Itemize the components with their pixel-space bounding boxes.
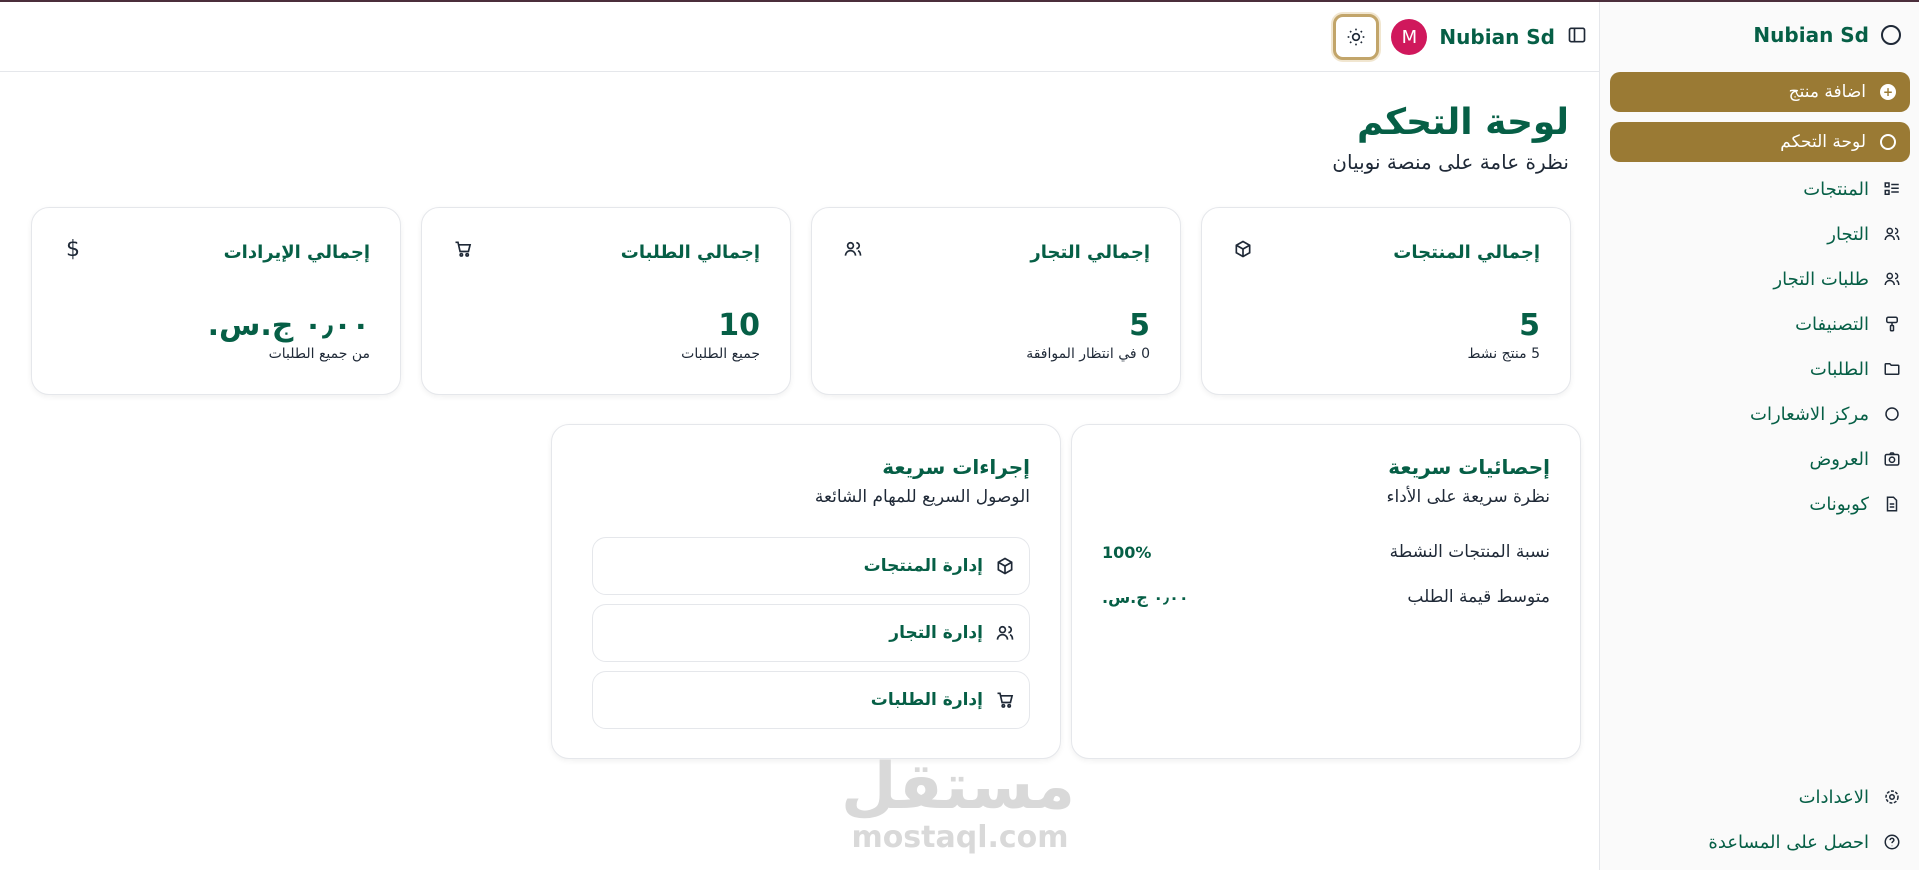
- page-title: لوحة التحكم: [1356, 102, 1569, 143]
- users-icon: [1883, 270, 1901, 288]
- quick-actions-card: إجراءات سريعة الوصول السريع للمهام الشائ…: [551, 424, 1061, 759]
- sidebar-item-label: الاعدادات: [1798, 786, 1869, 808]
- help-icon: [1883, 833, 1901, 851]
- stat-title: إجمالي الإيرادات: [223, 242, 370, 263]
- manage-merchants-button[interactable]: إدارة التجار: [592, 604, 1030, 662]
- users-icon: [842, 238, 864, 260]
- quick-stats-title: إحصائيات سريعة: [1388, 455, 1550, 479]
- sidebar-toggle-icon[interactable]: [1567, 25, 1587, 49]
- stat-value: ٠٫٠٠ ج.س.: [207, 308, 370, 343]
- page-subtitle: نظرة عامة على منصة نوبيان: [1332, 150, 1569, 174]
- stat-note: 0 في انتظار الموافقة: [1026, 346, 1150, 362]
- stat-note: من جميع الطلبات: [268, 346, 370, 362]
- sidebar-item-label: مركز الاشعارات: [1750, 403, 1869, 425]
- quick-stat-value: ٠٫٠٠ ج.س.: [1102, 587, 1189, 607]
- watermark: مستقل mostaql.com: [840, 750, 1075, 862]
- circle-icon: [1883, 405, 1901, 423]
- quick-stats-subtitle: نظرة سريعة على الأداء: [1386, 487, 1551, 507]
- add-product-label: اضافة منتج: [1788, 82, 1866, 102]
- sidebar-item-merchants[interactable]: التجار: [1827, 219, 1901, 249]
- sidebar-item-orders[interactable]: الطلبات: [1810, 354, 1901, 384]
- top-header: Nubian Sd M: [0, 2, 1599, 72]
- stat-title: إجمالي التجار: [1030, 242, 1150, 263]
- sun-icon: [1348, 28, 1365, 46]
- dashboard-label: لوحة التحكم: [1780, 132, 1866, 152]
- box-icon: [997, 557, 1013, 575]
- cart-icon: [997, 692, 1014, 708]
- stat-card-products: إجمالي المنتجات 5 5 منتج نشط: [1201, 207, 1571, 395]
- action-label: إدارة التجار: [889, 623, 983, 643]
- document-icon: [1883, 495, 1901, 513]
- sidebar-item-label: المنتجات: [1803, 178, 1869, 200]
- cart-icon: [452, 238, 474, 260]
- stat-title: إجمالي الطلبات: [620, 242, 760, 263]
- sidebar-item-label: التجار: [1827, 223, 1869, 245]
- users-icon: [996, 625, 1014, 640]
- quick-actions-subtitle: الوصول السريع للمهام الشائعة: [814, 487, 1030, 507]
- stat-value: 10: [718, 308, 760, 343]
- watermark-arabic: مستقل: [840, 750, 1075, 824]
- brand-logo-icon: [1881, 25, 1901, 45]
- stat-value: 5: [1129, 308, 1150, 343]
- sidebar-item-dashboard[interactable]: لوحة التحكم: [1610, 122, 1910, 162]
- quick-actions-title: إجراءات سريعة: [882, 455, 1030, 479]
- manage-products-button[interactable]: إدارة المنتجات: [592, 537, 1030, 595]
- plus-circle-icon: +: [1880, 84, 1896, 100]
- sidebar-item-coupons[interactable]: كوبونات: [1809, 489, 1901, 519]
- header-actions: Nubian Sd M: [1333, 11, 1587, 63]
- quick-stat-value: 100%: [1102, 542, 1152, 562]
- brush-icon: [1883, 315, 1901, 333]
- sidebar-item-help[interactable]: احصل على المساعدة: [1708, 827, 1901, 857]
- sidebar-item-label: الطلبات: [1809, 358, 1869, 380]
- sidebar: Nubian Sd + اضافة منتج لوحة التحكم المنت…: [1599, 2, 1919, 870]
- theme-toggle-button[interactable]: [1333, 14, 1380, 60]
- camera-icon: [1883, 450, 1901, 468]
- quick-stat-label: نسبة المنتجات النشطة: [1389, 542, 1550, 562]
- sidebar-item-notifications[interactable]: مركز الاشعارات: [1750, 399, 1901, 429]
- sidebar-item-label: العروض: [1809, 448, 1869, 470]
- brand-name: Nubian Sd: [1753, 23, 1869, 47]
- stat-card-orders: إجمالي الطلبات 10 جميع الطلبات: [421, 207, 791, 395]
- stat-card-revenue: إجمالي الإيرادات $ ٠٫٠٠ ج.س. من جميع الط…: [31, 207, 401, 395]
- watermark-latin: mostaql.com: [851, 820, 1069, 855]
- stat-card-merchants: إجمالي التجار 5 0 في انتظار الموافقة: [811, 207, 1181, 395]
- sidebar-item-label: طلبات التجار: [1773, 268, 1869, 290]
- sidebar-item-offers[interactable]: العروض: [1809, 444, 1901, 474]
- folder-icon: [1883, 360, 1901, 378]
- gauge-icon: [1880, 134, 1896, 150]
- quick-stat-label: متوسط قيمة الطلب: [1407, 587, 1550, 607]
- quick-stat-row: متوسط قيمة الطلب ٠٫٠٠ ج.س.: [1102, 582, 1550, 612]
- box-icon: [1232, 238, 1254, 260]
- users-icon: [1883, 225, 1901, 243]
- list-icon: [1883, 180, 1901, 198]
- sidebar-item-label: احصل على المساعدة: [1708, 831, 1869, 853]
- stat-value: 5: [1519, 308, 1540, 343]
- quick-stat-row: نسبة المنتجات النشطة 100%: [1102, 537, 1550, 567]
- quick-stats-card: إحصائيات سريعة نظرة سريعة على الأداء نسب…: [1071, 424, 1581, 759]
- sidebar-brand[interactable]: Nubian Sd: [1753, 20, 1901, 50]
- sidebar-item-categories[interactable]: التصنيفات: [1795, 309, 1901, 339]
- stat-note: 5 منتج نشط: [1467, 346, 1540, 362]
- add-product-button[interactable]: + اضافة منتج: [1610, 72, 1910, 112]
- dollar-icon: $: [66, 236, 80, 262]
- sidebar-item-merchant-requests[interactable]: طلبات التجار: [1773, 264, 1901, 294]
- sidebar-item-settings[interactable]: الاعدادات: [1799, 782, 1901, 812]
- avatar[interactable]: M: [1391, 19, 1428, 55]
- sidebar-item-label: كوبونات: [1809, 493, 1869, 515]
- user-name[interactable]: Nubian Sd: [1439, 25, 1555, 49]
- stat-note: جميع الطلبات: [681, 346, 760, 362]
- sidebar-item-label: التصنيفات: [1795, 313, 1869, 335]
- action-label: إدارة المنتجات: [863, 556, 983, 576]
- gear-icon: [1883, 788, 1901, 806]
- manage-orders-button[interactable]: إدارة الطلبات: [592, 671, 1030, 729]
- stat-title: إجمالي المنتجات: [1393, 242, 1540, 263]
- action-label: إدارة الطلبات: [870, 690, 983, 710]
- sidebar-item-products[interactable]: المنتجات: [1803, 174, 1901, 204]
